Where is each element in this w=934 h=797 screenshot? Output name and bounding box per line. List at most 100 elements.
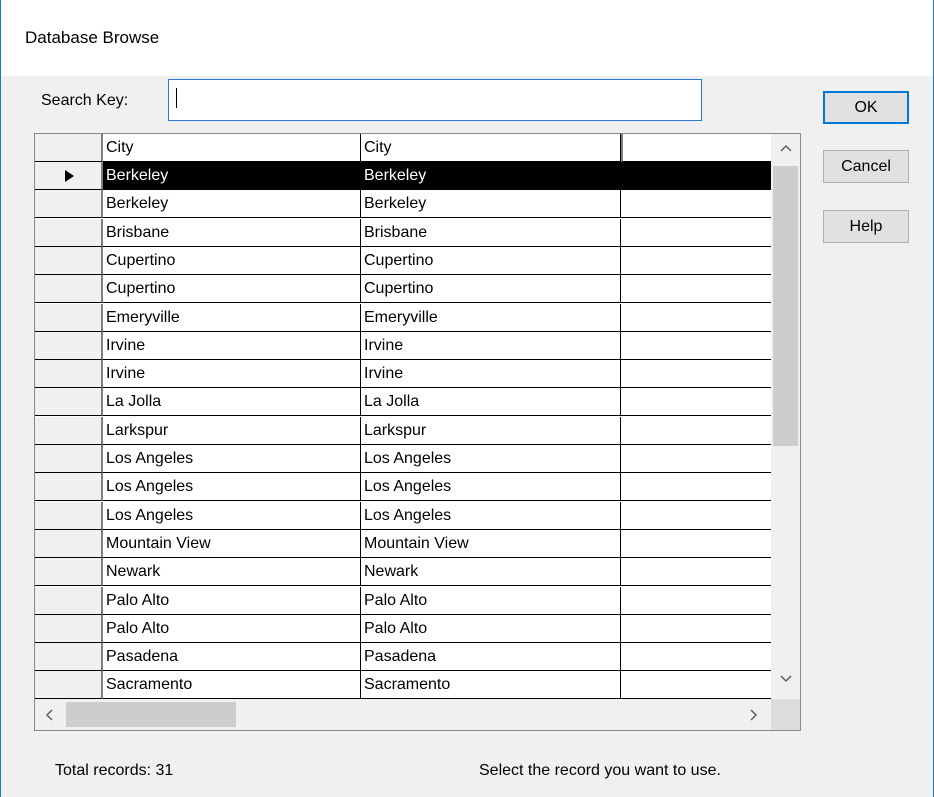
city-cell[interactable]: Palo Alto bbox=[361, 587, 621, 615]
empty-cell[interactable] bbox=[621, 388, 771, 416]
horizontal-scroll-thumb[interactable] bbox=[66, 702, 236, 727]
city-cell[interactable]: Berkeley bbox=[103, 162, 361, 190]
row-indicator-cell[interactable] bbox=[35, 473, 103, 501]
empty-cell[interactable] bbox=[621, 558, 771, 586]
empty-cell[interactable] bbox=[621, 332, 771, 360]
city-cell[interactable]: Los Angeles bbox=[103, 445, 361, 473]
table-row[interactable]: Pasadena Pasadena bbox=[35, 643, 771, 671]
city-cell[interactable]: Larkspur bbox=[103, 417, 361, 445]
table-row[interactable]: Newark Newark bbox=[35, 558, 771, 586]
row-indicator-cell[interactable] bbox=[35, 615, 103, 643]
city-cell[interactable]: Irvine bbox=[361, 360, 621, 388]
city-cell[interactable]: La Jolla bbox=[361, 388, 621, 416]
row-indicator-cell[interactable] bbox=[35, 247, 103, 275]
empty-cell[interactable] bbox=[621, 615, 771, 643]
horizontal-scrollbar[interactable] bbox=[35, 699, 771, 730]
city-cell[interactable]: Los Angeles bbox=[361, 445, 621, 473]
help-button[interactable]: Help bbox=[823, 210, 909, 243]
empty-cell[interactable] bbox=[621, 587, 771, 615]
search-key-input[interactable] bbox=[168, 79, 702, 121]
table-row[interactable]: Palo Alto Palo Alto bbox=[35, 615, 771, 643]
city-cell[interactable]: Berkeley bbox=[361, 190, 621, 218]
city-cell[interactable]: Newark bbox=[361, 558, 621, 586]
table-row[interactable]: Los Angeles Los Angeles bbox=[35, 473, 771, 501]
city-cell[interactable]: Irvine bbox=[361, 332, 621, 360]
row-indicator-cell[interactable] bbox=[35, 643, 103, 671]
city-cell[interactable]: Pasadena bbox=[361, 643, 621, 671]
empty-cell[interactable] bbox=[621, 417, 771, 445]
row-indicator-cell[interactable] bbox=[35, 360, 103, 388]
vertical-scroll-thumb[interactable] bbox=[773, 166, 798, 446]
city-cell[interactable]: Palo Alto bbox=[103, 615, 361, 643]
city-cell[interactable]: Pasadena bbox=[103, 643, 361, 671]
empty-cell[interactable] bbox=[621, 275, 771, 303]
city-cell[interactable]: Los Angeles bbox=[361, 473, 621, 501]
empty-cell[interactable] bbox=[621, 247, 771, 275]
row-indicator-cell[interactable] bbox=[35, 671, 103, 699]
empty-cell[interactable] bbox=[621, 502, 771, 530]
row-indicator-cell[interactable] bbox=[35, 445, 103, 473]
chevron-up-icon[interactable] bbox=[780, 140, 792, 156]
empty-cell[interactable] bbox=[621, 671, 771, 699]
city-cell[interactable]: Cupertino bbox=[103, 247, 361, 275]
table-row[interactable]: Berkeley Berkeley bbox=[35, 162, 771, 190]
city-cell[interactable]: Cupertino bbox=[361, 275, 621, 303]
row-indicator-cell[interactable] bbox=[35, 388, 103, 416]
empty-cell[interactable] bbox=[621, 190, 771, 218]
chevron-left-icon[interactable] bbox=[44, 708, 54, 724]
table-row[interactable]: Irvine Irvine bbox=[35, 332, 771, 360]
empty-cell[interactable] bbox=[621, 162, 771, 190]
city-cell[interactable]: La Jolla bbox=[103, 388, 361, 416]
table-row[interactable]: Los Angeles Los Angeles bbox=[35, 502, 771, 530]
table-row[interactable]: Cupertino Cupertino bbox=[35, 275, 771, 303]
row-indicator-cell[interactable] bbox=[35, 162, 103, 190]
row-indicator-cell[interactable] bbox=[35, 275, 103, 303]
vertical-scrollbar[interactable] bbox=[771, 134, 800, 699]
city-cell[interactable]: Los Angeles bbox=[103, 473, 361, 501]
city-cell[interactable]: Berkeley bbox=[103, 190, 361, 218]
city-cell[interactable]: Sacramento bbox=[103, 671, 361, 699]
empty-cell[interactable] bbox=[621, 643, 771, 671]
city-cell[interactable]: Brisbane bbox=[103, 219, 361, 247]
city-cell[interactable]: Emeryville bbox=[103, 304, 361, 332]
city-cell[interactable]: Los Angeles bbox=[361, 502, 621, 530]
row-indicator-cell[interactable] bbox=[35, 332, 103, 360]
row-indicator-cell[interactable] bbox=[35, 304, 103, 332]
row-indicator-cell[interactable] bbox=[35, 587, 103, 615]
row-indicator-cell[interactable] bbox=[35, 530, 103, 558]
empty-cell[interactable] bbox=[621, 360, 771, 388]
city-cell[interactable]: Mountain View bbox=[103, 530, 361, 558]
records-grid[interactable]: City City Berkeley Berkeley Berkeley Berkel… bbox=[34, 133, 801, 731]
row-indicator-cell[interactable] bbox=[35, 417, 103, 445]
table-row[interactable]: Sacramento Sacramento bbox=[35, 671, 771, 699]
empty-cell[interactable] bbox=[621, 473, 771, 501]
chevron-down-icon[interactable] bbox=[780, 671, 792, 687]
city-cell[interactable]: Irvine bbox=[103, 332, 361, 360]
row-indicator-cell[interactable] bbox=[35, 558, 103, 586]
row-indicator-cell[interactable] bbox=[35, 502, 103, 530]
column-header-city-1[interactable]: City bbox=[103, 134, 361, 162]
chevron-right-icon[interactable] bbox=[749, 708, 759, 724]
table-row[interactable]: Palo Alto Palo Alto bbox=[35, 587, 771, 615]
empty-cell[interactable] bbox=[621, 445, 771, 473]
table-row[interactable]: Berkeley Berkeley bbox=[35, 190, 771, 218]
city-cell[interactable]: Palo Alto bbox=[361, 615, 621, 643]
table-row[interactable]: Brisbane Brisbane bbox=[35, 219, 771, 247]
city-cell[interactable]: Larkspur bbox=[361, 417, 621, 445]
table-row[interactable]: Irvine Irvine bbox=[35, 360, 771, 388]
table-row[interactable]: Mountain View Mountain View bbox=[35, 530, 771, 558]
table-row[interactable]: La Jolla La Jolla bbox=[35, 388, 771, 416]
city-cell[interactable]: Emeryville bbox=[361, 304, 621, 332]
city-cell[interactable]: Sacramento bbox=[361, 671, 621, 699]
city-cell[interactable]: Palo Alto bbox=[103, 587, 361, 615]
column-header-city-2[interactable]: City bbox=[361, 134, 621, 162]
empty-cell[interactable] bbox=[621, 530, 771, 558]
city-cell[interactable]: Irvine bbox=[103, 360, 361, 388]
city-cell[interactable]: Mountain View bbox=[361, 530, 621, 558]
row-indicator-cell[interactable] bbox=[35, 219, 103, 247]
table-row[interactable]: Cupertino Cupertino bbox=[35, 247, 771, 275]
table-row[interactable]: Los Angeles Los Angeles bbox=[35, 445, 771, 473]
empty-cell[interactable] bbox=[621, 219, 771, 247]
city-cell[interactable]: Brisbane bbox=[361, 219, 621, 247]
row-indicator-cell[interactable] bbox=[35, 190, 103, 218]
